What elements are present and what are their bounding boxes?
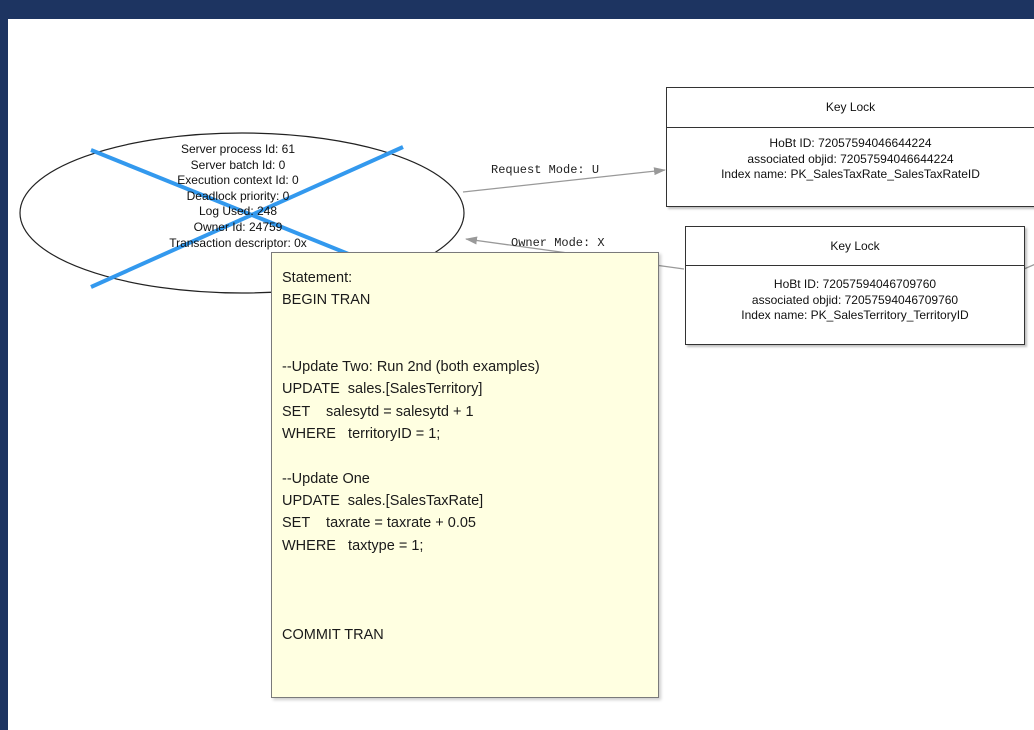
transaction-descriptor-line: Transaction descriptor: 0x	[169, 235, 307, 250]
index-name: Index name: PK_SalesTerritory_TerritoryI…	[741, 308, 969, 322]
key-lock-node-territory[interactable]: Key Lock HoBt ID: 72057594046709760 asso…	[685, 226, 1025, 345]
associated-objid: associated objid: 72057594046709760	[751, 292, 959, 307]
key-lock-title: Key Lock	[667, 88, 1034, 128]
tooltip-line: BEGIN TRAN	[282, 292, 371, 309]
batch-id-line: Server batch Id: 0	[190, 157, 286, 172]
key-lock-title: Key Lock	[686, 227, 1024, 266]
deadlock-graph-canvas: Server process Id: 61 Server batch Id: 0…	[8, 19, 1034, 730]
tooltip-line	[282, 601, 648, 623]
tooltip-line: Statement:	[282, 270, 353, 286]
process-node-text: Server process Id: 61 Server batch Id: 0…	[68, 142, 408, 251]
tooltip-line: WHERE territoryID = 1;	[282, 426, 441, 443]
tooltip-line: UPDATE sales.[SalesTaxRate]	[282, 492, 484, 509]
tooltip-line: --Update Two: Run 2nd (both examples)	[282, 359, 540, 376]
execution-context-line: Execution context Id: 0	[177, 173, 299, 188]
owner-mode-label: Owner Mode: X	[511, 236, 605, 250]
tooltip-line: SET salesytd = salesytd + 1	[282, 403, 474, 420]
log-used-line: Log Used: 248	[198, 204, 278, 219]
owner-id-line: Owner Id: 24759	[193, 219, 283, 234]
request-mode-label: Request Mode: U	[491, 163, 600, 177]
process-id-line: Server process Id: 61	[180, 142, 296, 156]
deadlock-priority-line: Deadlock priority: 0	[186, 188, 290, 203]
tooltip-line	[282, 579, 648, 601]
tooltip-line	[282, 334, 648, 356]
tooltip-line: SET taxrate = taxrate + 0.05	[282, 515, 476, 532]
index-name: Index name: PK_SalesTaxRate_SalesTaxRate…	[721, 167, 980, 181]
tooltip-line: --Update One	[282, 470, 370, 487]
hobt-id: HoBt ID: 72057594046644224	[769, 136, 932, 150]
tooltip-line: WHERE taxtype = 1;	[282, 537, 424, 554]
offscreen-edge	[1023, 264, 1034, 270]
associated-objid: associated objid: 72057594046644224	[747, 151, 954, 166]
tooltip-line: UPDATE sales.[SalesTerritory]	[282, 381, 483, 398]
tooltip-line: COMMIT TRAN	[282, 626, 384, 643]
statement-tooltip: Statement: BEGIN TRAN --Update Two: Run …	[271, 252, 659, 698]
hobt-id: HoBt ID: 72057594046709760	[773, 277, 937, 291]
tooltip-line	[282, 312, 648, 334]
key-lock-node-taxrate[interactable]: Key Lock HoBt ID: 72057594046644224 asso…	[666, 87, 1034, 207]
tooltip-line	[282, 445, 648, 467]
tooltip-line	[282, 557, 648, 579]
